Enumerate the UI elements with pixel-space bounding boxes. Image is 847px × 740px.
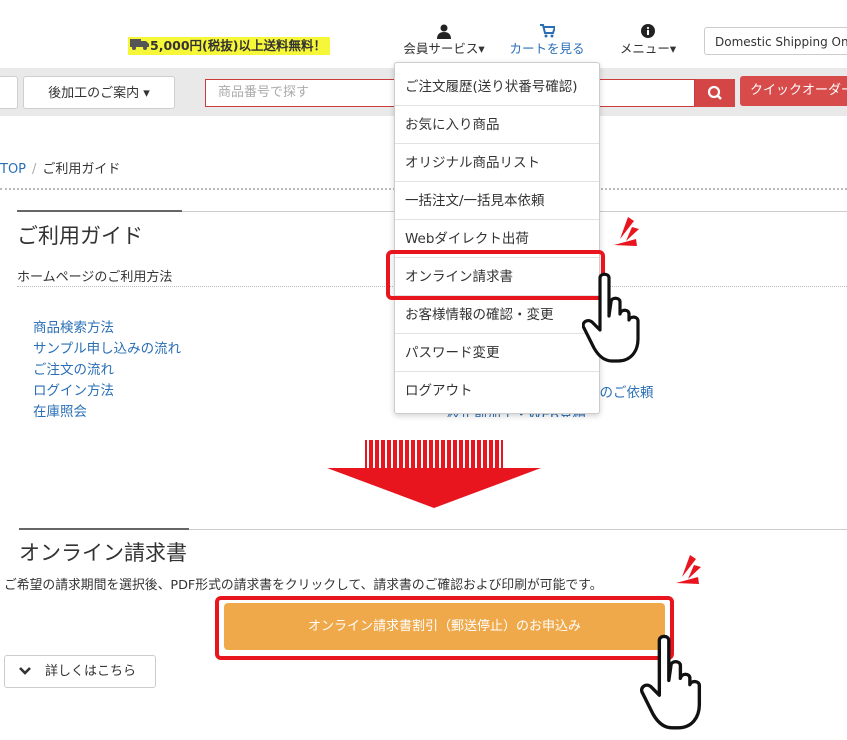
heading-rule [19,528,189,530]
shipping-note-text: 5,000円(税抜)以上送料無料！ [150,38,326,53]
breadcrumb-top-link[interactable]: TOP [0,162,26,177]
menu-item-original-list[interactable]: オリジナル商品リスト [395,144,599,182]
chevron-down-icon [18,656,32,699]
main-menu[interactable]: メニュー▾ [612,24,684,56]
highlight-box [386,250,605,300]
menu-item-password[interactable]: パスワード変更 [395,334,599,372]
domestic-shipping-select[interactable]: Domestic Shipping Only [704,27,847,55]
details-label: 詳しくはこちら [45,664,137,679]
heading-rule-light [189,529,847,530]
emphasis-spark-icon [676,555,701,584]
breadcrumb: TOP / ご利用ガイド [0,158,120,177]
truck-icon [130,37,150,56]
search-icon [707,85,722,100]
member-services-menu[interactable]: 会員サービス▾ [398,24,490,56]
quick-order-button[interactable]: クイックオーダー [740,76,847,106]
guide-link[interactable]: 商品検索方法 [33,318,181,339]
guide-link[interactable]: ご注文の流れ [33,360,181,381]
search-button[interactable] [695,79,735,107]
menu-item-favorites[interactable]: お気に入り商品 [395,106,599,144]
guide-link[interactable]: ログイン方法 [33,381,181,402]
info-icon [612,24,684,41]
page-title: ご利用ガイド [17,224,143,248]
cart-link[interactable]: カートを見る [508,24,586,56]
heading-rule [17,210,182,212]
cart-icon [508,24,586,41]
details-button[interactable]: 詳しくはこちら [4,655,156,688]
menu-item-customer-info[interactable]: お客様情報の確認・変更 [395,296,599,334]
online-invoice-description: ご希望の請求期間を選択後、PDF形式の請求書をクリックして、請求書のご確認および… [4,578,603,593]
menu-item-order-history[interactable]: ご注文履歴(送り状番号確認) [395,68,599,106]
emphasis-spark-icon [614,217,639,246]
guide-subtitle: ホームページのご利用方法 [17,270,173,285]
menu-item-bulk-order[interactable]: 一括注文/一括見本依頼 [395,182,599,220]
nav-button-partial[interactable] [0,76,18,109]
apply-invoice-discount-button[interactable]: オンライン請求書割引（郵送停止）のお申込み [224,603,665,650]
breadcrumb-current: ご利用ガイド [42,162,121,177]
breadcrumb-separator: / [32,162,37,177]
cart-label: カートを見る [509,41,585,56]
post-processing-button[interactable]: 後加工のご案内 ▾ [23,76,175,109]
pointing-hand-icon [582,272,640,363]
guide-link-list: 商品検索方法 サンプル申し込みの流れ ご注文の流れ ログイン方法 在庫照会 [33,318,181,423]
free-shipping-note: 5,000円(税抜)以上送料無料！ [128,37,330,55]
guide-link[interactable]: サンプル申し込みの流れ [33,339,181,360]
menu-item-logout[interactable]: ログアウト [395,372,599,410]
pointing-hand-icon [640,634,702,730]
guide-link[interactable]: 在庫照会 [33,402,181,423]
user-icon [398,24,490,41]
menu-label: メニュー▾ [619,41,677,56]
down-arrow-icon [327,440,541,508]
member-services-dropdown: ご注文履歴(送り状番号確認) お気に入り商品 オリジナル商品リスト 一括注文/一… [394,62,600,414]
online-invoice-title: オンライン請求書 [19,541,187,565]
member-services-label: 会員サービス▾ [403,41,485,56]
